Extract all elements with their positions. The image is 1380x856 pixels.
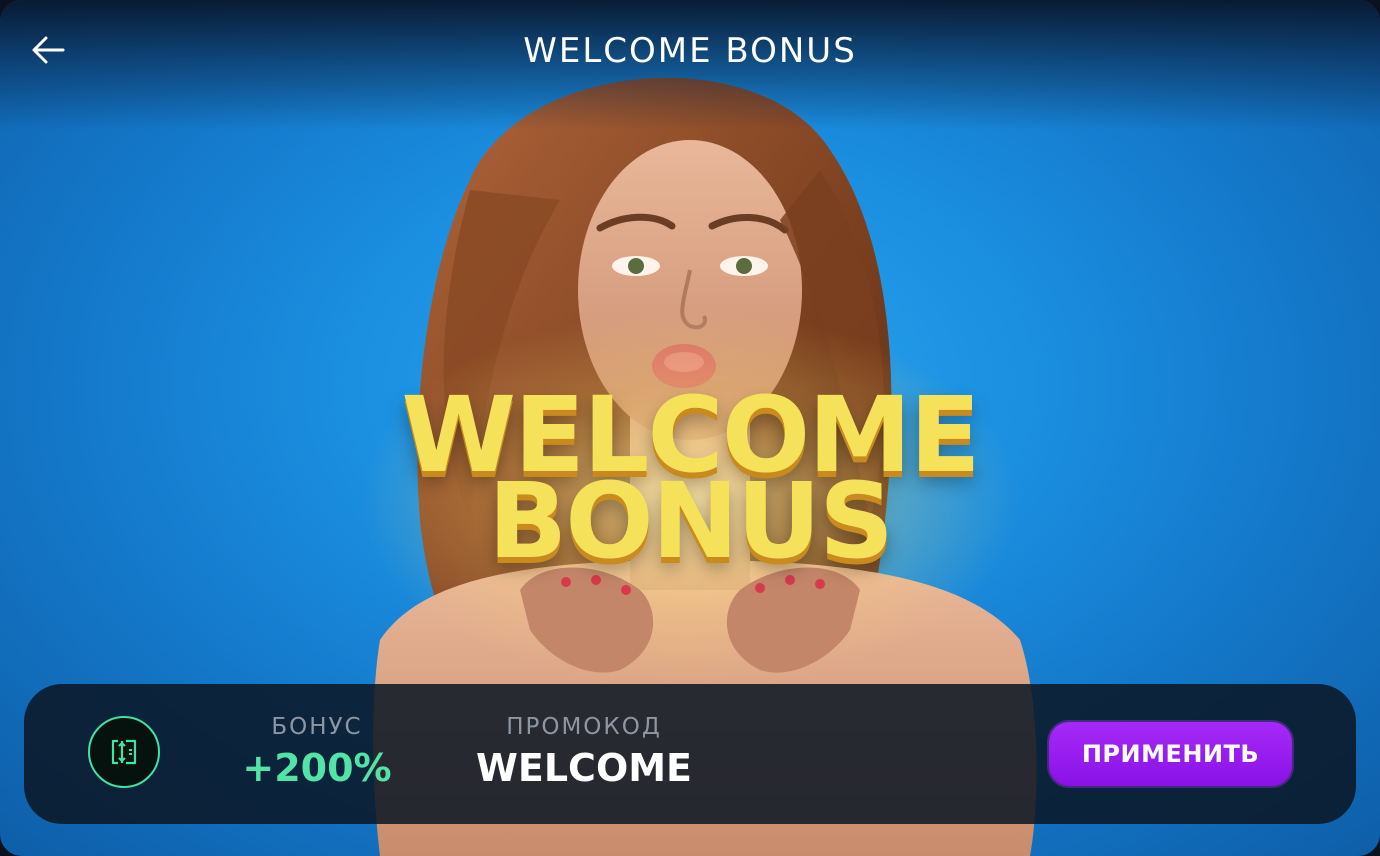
promo-bar: БОНУС +200% ПРОМОКОД WELCOME ПРИМЕНИТЬ [24, 684, 1356, 824]
arrow-left-icon [32, 36, 65, 64]
back-button[interactable] [22, 28, 74, 72]
header: WELCOME BONUS [0, 0, 1380, 100]
bonus-info: БОНУС +200% [232, 712, 402, 796]
page-title: WELCOME BONUS [523, 31, 857, 71]
bonus-label: БОНУС [271, 714, 363, 740]
bonus-value: +200% [242, 746, 392, 790]
promo-code-label: ПРОМОКОД [506, 714, 662, 740]
promo-code-value: WELCOME [475, 746, 693, 790]
apply-button[interactable]: ПРИМЕНИТЬ [1049, 722, 1292, 786]
welcome-bonus-screen: WELCOME BONUS WELCOME BONUS БОНУС +200% … [0, 0, 1380, 856]
hero-headline: WELCOME BONUS [380, 383, 1000, 595]
promo-code-info: ПРОМОКОД WELCOME [464, 712, 704, 796]
promo-code-icon [88, 716, 160, 788]
